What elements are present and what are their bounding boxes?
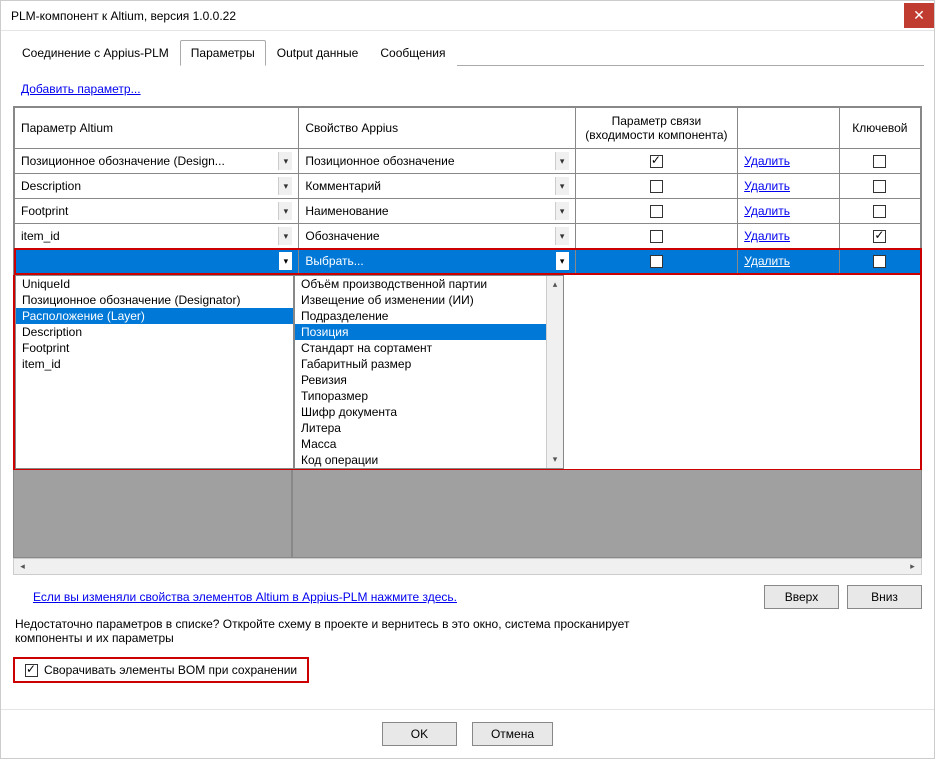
delete-link[interactable]: Удалить [744, 229, 790, 243]
hint-text: Недостаточно параметров в списке? Открой… [15, 617, 665, 645]
chevron-down-icon[interactable]: ▾ [278, 227, 292, 245]
content-area: Соединение с Appius-PLM Параметры Output… [1, 31, 934, 709]
appius-combo[interactable]: Комментарий▾ [305, 177, 568, 195]
list-item[interactable]: Стандарт на сортамент [295, 340, 563, 356]
empty-grid-area [13, 471, 922, 558]
scroll-up-icon[interactable]: ▴ [547, 276, 563, 293]
parameter-table: Параметр Altium Свойство Appius Параметр… [13, 106, 922, 275]
table-row-selected: ▾ Выбрать...▾ Удалить [15, 249, 921, 274]
chevron-down-icon[interactable]: ▾ [555, 202, 569, 220]
scroll-right-icon[interactable]: ▸ [904, 561, 921, 572]
altium-combo[interactable]: Позиционное обозначение (Design...▾ [21, 152, 292, 170]
list-item[interactable]: Шифр документа [295, 404, 563, 420]
link-checkbox[interactable] [650, 155, 663, 168]
list-item[interactable]: Подразделение [295, 308, 563, 324]
table-row: item_id▾ Обозначение▾ Удалить [15, 224, 921, 249]
tab-parameters[interactable]: Параметры [180, 40, 266, 66]
list-item[interactable]: Извещение об изменении (ИИ) [295, 292, 563, 308]
chevron-down-icon[interactable]: ▾ [555, 252, 569, 270]
list-item[interactable]: Масса [295, 436, 563, 452]
collapse-bom-option[interactable]: Сворачивать элементы BOM при сохранении [13, 657, 309, 683]
scroll-left-icon[interactable]: ◂ [14, 561, 31, 572]
header-key: Ключевой [839, 108, 920, 149]
header-link: Параметр связи (входимости компонента) [575, 108, 738, 149]
delete-link[interactable]: Удалить [744, 179, 790, 193]
list-item[interactable]: Код операции [295, 452, 563, 468]
move-down-button[interactable]: Вниз [847, 585, 922, 609]
altium-combo[interactable]: Footprint▾ [21, 202, 292, 220]
header-altium: Параметр Altium [15, 108, 299, 149]
cancel-button[interactable]: Отмена [472, 722, 553, 746]
chevron-down-icon[interactable]: ▾ [278, 252, 292, 270]
window-title: PLM-компонент к Altium, версия 1.0.0.22 [11, 9, 236, 23]
key-checkbox[interactable] [873, 205, 886, 218]
dialog-buttons: OK Отмена [1, 709, 934, 758]
chevron-down-icon[interactable]: ▾ [278, 202, 292, 220]
header-delete [738, 108, 840, 149]
key-checkbox[interactable] [873, 180, 886, 193]
titlebar: PLM-компонент к Altium, версия 1.0.0.22 … [1, 1, 934, 31]
move-up-button[interactable]: Вверх [764, 585, 839, 609]
appius-dropdown-list[interactable]: Объём производственной партии Извещение … [294, 275, 564, 469]
delete-link[interactable]: Удалить [744, 204, 790, 218]
scrollbar-vertical[interactable]: ▴ ▾ [546, 276, 563, 468]
list-item[interactable]: Объём производственной партии [295, 276, 563, 292]
dropdown-area: UniqueId Позиционное обозначение (Design… [13, 275, 922, 471]
list-item[interactable]: Ревизия [295, 372, 563, 388]
chevron-down-icon[interactable]: ▾ [555, 177, 569, 195]
list-item-selected[interactable]: Расположение (Layer) [16, 308, 293, 324]
scroll-down-icon[interactable]: ▾ [547, 451, 563, 468]
collapse-checkbox[interactable] [25, 664, 38, 677]
tab-messages[interactable]: Сообщения [369, 40, 456, 66]
scrollbar-horizontal[interactable]: ◂ ▸ [13, 558, 922, 575]
tab-strip: Соединение с Appius-PLM Параметры Output… [11, 39, 924, 66]
list-item[interactable]: Литера [295, 420, 563, 436]
list-item[interactable]: item_id [16, 356, 293, 372]
link-checkbox[interactable] [650, 230, 663, 243]
list-item[interactable]: Позиционное обозначение (Designator) [16, 292, 293, 308]
add-parameter-link[interactable]: Добавить параметр... [21, 82, 141, 96]
appius-combo[interactable]: Позиционное обозначение▾ [305, 152, 568, 170]
close-icon: ✕ [913, 7, 925, 24]
header-row: Параметр Altium Свойство Appius Параметр… [15, 108, 921, 149]
close-button[interactable]: ✕ [904, 3, 934, 28]
chevron-down-icon[interactable]: ▾ [278, 177, 292, 195]
table-row: Description▾ Комментарий▾ Удалить [15, 174, 921, 199]
bottom-panel: Если вы изменяли свойства элементов Alti… [13, 585, 922, 689]
appius-combo[interactable]: Выбрать...▾ [305, 252, 568, 270]
appius-combo[interactable]: Обозначение▾ [305, 227, 568, 245]
altium-dropdown-list[interactable]: UniqueId Позиционное обозначение (Design… [15, 275, 294, 469]
dialog-window: PLM-компонент к Altium, версия 1.0.0.22 … [0, 0, 935, 759]
link-checkbox[interactable] [650, 205, 663, 218]
tab-output[interactable]: Output данные [266, 40, 370, 66]
link-checkbox[interactable] [650, 255, 663, 268]
altium-combo[interactable]: item_id▾ [21, 227, 292, 245]
table-row: Позиционное обозначение (Design...▾ Пози… [15, 149, 921, 174]
chevron-down-icon[interactable]: ▾ [555, 227, 569, 245]
chevron-down-icon[interactable]: ▾ [278, 152, 292, 170]
delete-link[interactable]: Удалить [744, 154, 790, 168]
delete-link[interactable]: Удалить [744, 254, 790, 268]
collapse-label: Сворачивать элементы BOM при сохранении [44, 663, 297, 677]
altium-combo[interactable]: ▾ [21, 252, 292, 270]
ok-button[interactable]: OK [382, 722, 457, 746]
altium-combo[interactable]: Description▾ [21, 177, 292, 195]
key-checkbox[interactable] [873, 230, 886, 243]
key-checkbox[interactable] [873, 155, 886, 168]
list-item[interactable]: Габаритный размер [295, 356, 563, 372]
key-checkbox[interactable] [873, 255, 886, 268]
appius-combo[interactable]: Наименование▾ [305, 202, 568, 220]
list-item[interactable]: UniqueId [16, 276, 293, 292]
list-item[interactable]: Footprint [16, 340, 293, 356]
tab-connection[interactable]: Соединение с Appius-PLM [11, 40, 180, 66]
list-item[interactable]: Типоразмер [295, 388, 563, 404]
link-checkbox[interactable] [650, 180, 663, 193]
chevron-down-icon[interactable]: ▾ [555, 152, 569, 170]
list-item[interactable]: Description [16, 324, 293, 340]
table-row: Footprint▾ Наименование▾ Удалить [15, 199, 921, 224]
refresh-properties-link[interactable]: Если вы изменяли свойства элементов Alti… [33, 590, 457, 604]
list-item-selected[interactable]: Позиция [295, 324, 563, 340]
header-appius: Свойство Appius [299, 108, 575, 149]
